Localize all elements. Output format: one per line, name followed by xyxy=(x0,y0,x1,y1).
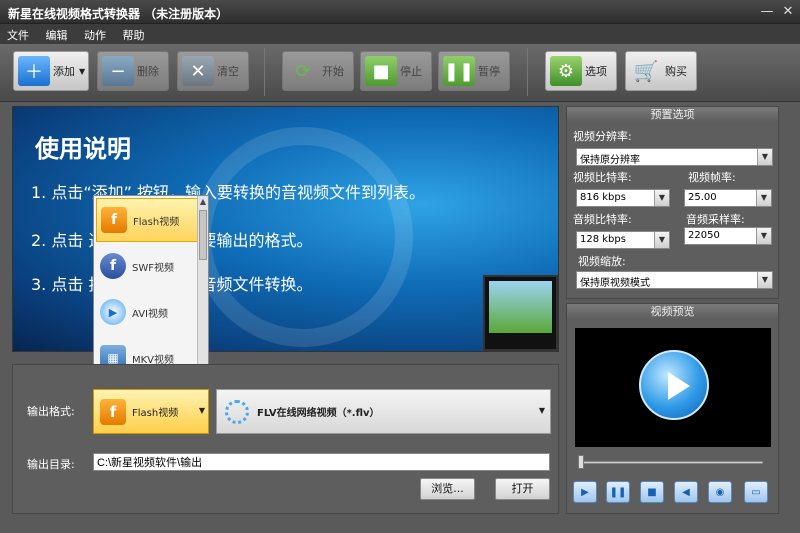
resolution-label: 视频分辨率: xyxy=(573,130,632,143)
chevron-down-icon: ▼ xyxy=(756,228,771,244)
cart-icon: 🛒 xyxy=(633,59,659,83)
frame-rate-label: 视频帧率: xyxy=(688,171,736,184)
preview-panel-header: 视频预览 xyxy=(567,304,778,320)
options-button[interactable]: ⚙ 选项 xyxy=(545,51,617,91)
snapshot-icon[interactable]: ◉ xyxy=(708,481,732,503)
preset-panel-header: 预置选项 xyxy=(567,107,778,123)
video-scale-select[interactable]: 保持原视频模式 ▼ xyxy=(576,271,773,289)
film-remove-icon: − xyxy=(102,56,134,86)
chevron-down-icon: ▼ xyxy=(538,406,545,415)
refresh-icon: ⟳ xyxy=(295,60,311,82)
swf-icon: f xyxy=(100,253,126,279)
open-button[interactable]: 打开 xyxy=(495,478,550,500)
scroll-up-icon[interactable]: ▲ xyxy=(198,196,208,208)
film-clear-icon: ✕ xyxy=(182,56,214,86)
clear-button[interactable]: ✕ 清空 xyxy=(177,51,249,91)
seek-thumb[interactable] xyxy=(578,455,584,469)
output-dir-input[interactable] xyxy=(93,453,550,471)
format-option-swf[interactable]: f SWF视频 xyxy=(96,244,198,288)
chevron-down-icon: ▼ xyxy=(654,190,669,206)
menu-bar: 文件 编辑 动作 帮助 xyxy=(0,24,800,44)
format-option-flash[interactable]: f Flash视频 xyxy=(96,198,198,242)
pause-button[interactable]: ❚❚ 暂停 xyxy=(438,51,510,91)
play-icon[interactable]: ▶ xyxy=(573,481,597,503)
volume-icon[interactable]: ◀ xyxy=(674,481,698,503)
browse-button[interactable]: 浏览... xyxy=(420,478,475,500)
stop-icon[interactable]: ■ xyxy=(640,481,664,503)
resolution-select[interactable]: 保持原分辨率 ▼ xyxy=(576,148,773,166)
output-format-select[interactable]: f Flash视频 ▼ xyxy=(93,389,209,434)
chevron-down-icon: ▼ xyxy=(757,149,772,165)
audio-bitrate-label: 音频比特率: xyxy=(573,213,632,226)
toolbar-separator xyxy=(264,48,265,96)
film-add-icon: ＋ xyxy=(18,56,50,86)
title-bar: 新星在线视频格式转换器 （未注册版本） — ✕ xyxy=(0,0,800,24)
output-format-label: 输出格式: xyxy=(27,405,75,418)
output-subformat-select[interactable]: FLV在线网络视频（*.flv） ▼ xyxy=(216,389,551,434)
sample-rate-select[interactable]: 22050 ▼ xyxy=(684,227,772,245)
dropdown-scrollbar[interactable]: ▲ ▼ xyxy=(197,196,208,382)
chevron-down-icon: ▼ xyxy=(757,272,772,288)
video-bitrate-label: 视频比特率: xyxy=(573,171,632,184)
video-scale-label: 视频缩放: xyxy=(578,255,626,268)
stop-icon: ■ xyxy=(365,56,397,86)
scrollbar-thumb[interactable] xyxy=(199,210,207,260)
minimize-button[interactable]: — xyxy=(758,3,776,21)
output-dir-label: 输出目录: xyxy=(27,458,75,471)
banner-title: 使用说明 xyxy=(35,135,131,163)
buy-button[interactable]: 🛒 购买 xyxy=(625,51,697,91)
play-big-icon[interactable] xyxy=(639,350,709,420)
window-title: 新星在线视频格式转换器 （未注册版本） xyxy=(8,7,229,21)
add-button[interactable]: ＋ 添加 ▼ xyxy=(13,51,89,91)
toolbar: ＋ 添加 ▼ − 删除 ✕ 清空 ⟳ 开始 ■ 停止 ❚❚ 暂停 ⚙ 选项 🛒 … xyxy=(0,44,800,102)
loading-dots-icon xyxy=(225,399,249,424)
chevron-down-icon: ▼ xyxy=(756,190,771,206)
media-player-icon: ▶ xyxy=(100,299,126,325)
pause-icon: ❚❚ xyxy=(443,56,475,86)
flash-icon: f xyxy=(100,398,126,425)
video-bitrate-select[interactable]: 816 kbps ▼ xyxy=(576,189,670,207)
sample-rate-label: 音频采样率: xyxy=(686,213,745,226)
flash-icon: f xyxy=(101,207,127,233)
format-dropdown-list: f Flash视频 f SWF视频 ▶ AVI视频 ▦ MKV视频 ▲ ▼ xyxy=(93,195,209,383)
menu-edit[interactable]: 编辑 xyxy=(39,24,74,43)
start-button[interactable]: ⟳ 开始 xyxy=(282,51,354,91)
monitor-graphic xyxy=(483,275,558,351)
delete-button[interactable]: − 删除 xyxy=(97,51,169,91)
stop-button[interactable]: ■ 停止 xyxy=(360,51,432,91)
menu-file[interactable]: 文件 xyxy=(0,24,35,43)
menu-action[interactable]: 动作 xyxy=(77,24,112,43)
menu-help[interactable]: 帮助 xyxy=(116,24,151,43)
output-settings-panel xyxy=(12,364,559,514)
close-button[interactable]: ✕ xyxy=(779,3,797,21)
seek-bar[interactable] xyxy=(581,461,763,464)
chevron-down-icon: ▼ xyxy=(198,406,205,415)
gear-icon: ⚙ xyxy=(550,56,582,86)
chevron-down-icon: ▼ xyxy=(79,66,86,76)
pause-icon[interactable]: ❚❚ xyxy=(606,481,630,503)
instruction-step-1: 1. 点击“添加” 按钮，输入要转换的音视频文件到列表。 xyxy=(31,183,426,202)
toolbar-separator xyxy=(527,48,528,96)
format-option-avi[interactable]: ▶ AVI视频 xyxy=(96,290,198,334)
frame-rate-select[interactable]: 25.00 ▼ xyxy=(684,189,772,207)
audio-bitrate-select[interactable]: 128 kbps ▼ xyxy=(576,231,670,249)
folder-icon[interactable]: ▭ xyxy=(744,481,768,503)
chevron-down-icon: ▼ xyxy=(654,232,669,248)
